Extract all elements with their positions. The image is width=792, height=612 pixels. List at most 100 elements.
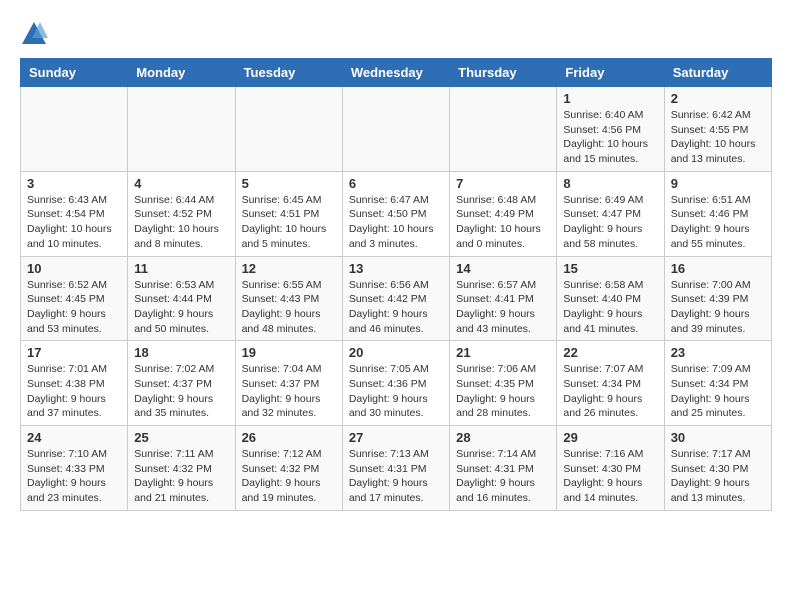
cell-info: Sunrise: 6:49 AM Sunset: 4:47 PM Dayligh… (563, 193, 657, 252)
header-cell-thursday: Thursday (450, 59, 557, 87)
day-number: 4 (134, 176, 228, 191)
calendar-header: SundayMondayTuesdayWednesdayThursdayFrid… (21, 59, 772, 87)
cell-info: Sunrise: 6:57 AM Sunset: 4:41 PM Dayligh… (456, 278, 550, 337)
page-header (20, 20, 772, 48)
calendar-cell: 17 Sunrise: 7:01 AM Sunset: 4:38 PM Dayli… (21, 341, 128, 426)
calendar-cell: 16Sunrise: 7:00 AM Sunset: 4:39 PM Dayli… (664, 256, 771, 341)
week-row-2: 3 Sunrise: 6:43 AM Sunset: 4:54 PM Daylig… (21, 171, 772, 256)
cell-info: Sunrise: 7:14 AM Sunset: 4:31 PM Dayligh… (456, 447, 550, 506)
day-number: 29 (563, 430, 657, 445)
header-cell-tuesday: Tuesday (235, 59, 342, 87)
cell-info: Sunrise: 7:10 AM Sunset: 4:33 PM Dayligh… (27, 447, 121, 506)
day-number: 25 (134, 430, 228, 445)
cell-info: Sunrise: 6:52 AM Sunset: 4:45 PM Dayligh… (27, 278, 121, 337)
calendar-cell: 28 Sunrise: 7:14 AM Sunset: 4:31 PM Dayli… (450, 426, 557, 511)
cell-info: Sunrise: 6:45 AM Sunset: 4:51 PM Dayligh… (242, 193, 336, 252)
cell-info: Sunrise: 7:17 AM Sunset: 4:30 PM Dayligh… (671, 447, 765, 506)
day-number: 20 (349, 345, 443, 360)
day-number: 3 (27, 176, 121, 191)
calendar-cell: 10 Sunrise: 6:52 AM Sunset: 4:45 PM Dayli… (21, 256, 128, 341)
day-number: 11 (134, 261, 228, 276)
day-number: 22 (563, 345, 657, 360)
cell-info: Sunrise: 7:05 AM Sunset: 4:36 PM Dayligh… (349, 362, 443, 421)
header-cell-sunday: Sunday (21, 59, 128, 87)
day-number: 21 (456, 345, 550, 360)
cell-info: Sunrise: 7:01 AM Sunset: 4:38 PM Dayligh… (27, 362, 121, 421)
calendar-cell: 14 Sunrise: 6:57 AM Sunset: 4:41 PM Dayli… (450, 256, 557, 341)
cell-info: Sunrise: 7:09 AM Sunset: 4:34 PM Dayligh… (671, 362, 765, 421)
calendar-cell: 24 Sunrise: 7:10 AM Sunset: 4:33 PM Dayli… (21, 426, 128, 511)
calendar-cell: 22 Sunrise: 7:07 AM Sunset: 4:34 PM Dayli… (557, 341, 664, 426)
calendar-cell: 4 Sunrise: 6:44 AM Sunset: 4:52 PM Daylig… (128, 171, 235, 256)
calendar-cell: 15 Sunrise: 6:58 AM Sunset: 4:40 PM Dayli… (557, 256, 664, 341)
cell-info: Sunrise: 6:44 AM Sunset: 4:52 PM Dayligh… (134, 193, 228, 252)
calendar-table: SundayMondayTuesdayWednesdayThursdayFrid… (20, 58, 772, 511)
calendar-cell: 26Sunrise: 7:12 AM Sunset: 4:32 PM Dayli… (235, 426, 342, 511)
day-number: 6 (349, 176, 443, 191)
calendar-cell (21, 87, 128, 172)
cell-info: Sunrise: 6:47 AM Sunset: 4:50 PM Dayligh… (349, 193, 443, 252)
calendar-cell: 3 Sunrise: 6:43 AM Sunset: 4:54 PM Daylig… (21, 171, 128, 256)
cell-info: Sunrise: 6:40 AM Sunset: 4:56 PM Dayligh… (563, 108, 657, 167)
calendar-cell: 1Sunrise: 6:40 AM Sunset: 4:56 PM Daylig… (557, 87, 664, 172)
cell-info: Sunrise: 7:07 AM Sunset: 4:34 PM Dayligh… (563, 362, 657, 421)
calendar-cell: 5 Sunrise: 6:45 AM Sunset: 4:51 PM Daylig… (235, 171, 342, 256)
day-number: 13 (349, 261, 443, 276)
calendar-cell: 25 Sunrise: 7:11 AM Sunset: 4:32 PM Dayli… (128, 426, 235, 511)
cell-info: Sunrise: 6:43 AM Sunset: 4:54 PM Dayligh… (27, 193, 121, 252)
cell-info: Sunrise: 7:13 AM Sunset: 4:31 PM Dayligh… (349, 447, 443, 506)
calendar-cell: 6 Sunrise: 6:47 AM Sunset: 4:50 PM Daylig… (342, 171, 449, 256)
cell-info: Sunrise: 7:02 AM Sunset: 4:37 PM Dayligh… (134, 362, 228, 421)
day-number: 30 (671, 430, 765, 445)
calendar-cell: 23 Sunrise: 7:09 AM Sunset: 4:34 PM Dayli… (664, 341, 771, 426)
calendar-cell: 20 Sunrise: 7:05 AM Sunset: 4:36 PM Dayli… (342, 341, 449, 426)
header-cell-saturday: Saturday (664, 59, 771, 87)
calendar-cell: 18Sunrise: 7:02 AM Sunset: 4:37 PM Dayli… (128, 341, 235, 426)
header-cell-friday: Friday (557, 59, 664, 87)
day-number: 7 (456, 176, 550, 191)
calendar-cell: 19Sunrise: 7:04 AM Sunset: 4:37 PM Dayli… (235, 341, 342, 426)
week-row-4: 17 Sunrise: 7:01 AM Sunset: 4:38 PM Dayli… (21, 341, 772, 426)
calendar-cell: 27 Sunrise: 7:13 AM Sunset: 4:31 PM Dayli… (342, 426, 449, 511)
week-row-3: 10 Sunrise: 6:52 AM Sunset: 4:45 PM Dayli… (21, 256, 772, 341)
cell-info: Sunrise: 6:42 AM Sunset: 4:55 PM Dayligh… (671, 108, 765, 167)
calendar-cell: 13 Sunrise: 6:56 AM Sunset: 4:42 PM Dayli… (342, 256, 449, 341)
logo-icon (20, 20, 48, 48)
cell-info: Sunrise: 6:51 AM Sunset: 4:46 PM Dayligh… (671, 193, 765, 252)
calendar-body: 1Sunrise: 6:40 AM Sunset: 4:56 PM Daylig… (21, 87, 772, 511)
day-number: 10 (27, 261, 121, 276)
calendar-cell: 7 Sunrise: 6:48 AM Sunset: 4:49 PM Daylig… (450, 171, 557, 256)
day-number: 5 (242, 176, 336, 191)
cell-info: Sunrise: 7:11 AM Sunset: 4:32 PM Dayligh… (134, 447, 228, 506)
calendar-cell: 8 Sunrise: 6:49 AM Sunset: 4:47 PM Daylig… (557, 171, 664, 256)
day-number: 24 (27, 430, 121, 445)
day-number: 16 (671, 261, 765, 276)
cell-info: Sunrise: 6:48 AM Sunset: 4:49 PM Dayligh… (456, 193, 550, 252)
day-number: 27 (349, 430, 443, 445)
day-number: 23 (671, 345, 765, 360)
calendar-cell (235, 87, 342, 172)
cell-info: Sunrise: 7:06 AM Sunset: 4:35 PM Dayligh… (456, 362, 550, 421)
cell-info: Sunrise: 6:58 AM Sunset: 4:40 PM Dayligh… (563, 278, 657, 337)
cell-info: Sunrise: 6:56 AM Sunset: 4:42 PM Dayligh… (349, 278, 443, 337)
week-row-5: 24 Sunrise: 7:10 AM Sunset: 4:33 PM Dayli… (21, 426, 772, 511)
day-number: 8 (563, 176, 657, 191)
day-number: 14 (456, 261, 550, 276)
cell-info: Sunrise: 6:55 AM Sunset: 4:43 PM Dayligh… (242, 278, 336, 337)
calendar-cell (342, 87, 449, 172)
day-number: 15 (563, 261, 657, 276)
day-number: 28 (456, 430, 550, 445)
cell-info: Sunrise: 7:04 AM Sunset: 4:37 PM Dayligh… (242, 362, 336, 421)
day-number: 17 (27, 345, 121, 360)
calendar-cell: 21 Sunrise: 7:06 AM Sunset: 4:35 PM Dayli… (450, 341, 557, 426)
header-cell-wednesday: Wednesday (342, 59, 449, 87)
calendar-cell: 11Sunrise: 6:53 AM Sunset: 4:44 PM Dayli… (128, 256, 235, 341)
header-row: SundayMondayTuesdayWednesdayThursdayFrid… (21, 59, 772, 87)
calendar-cell: 2 Sunrise: 6:42 AM Sunset: 4:55 PM Daylig… (664, 87, 771, 172)
day-number: 26 (242, 430, 336, 445)
day-number: 2 (671, 91, 765, 106)
week-row-1: 1Sunrise: 6:40 AM Sunset: 4:56 PM Daylig… (21, 87, 772, 172)
calendar-cell: 9Sunrise: 6:51 AM Sunset: 4:46 PM Daylig… (664, 171, 771, 256)
calendar-cell (450, 87, 557, 172)
calendar-cell: 30 Sunrise: 7:17 AM Sunset: 4:30 PM Dayli… (664, 426, 771, 511)
